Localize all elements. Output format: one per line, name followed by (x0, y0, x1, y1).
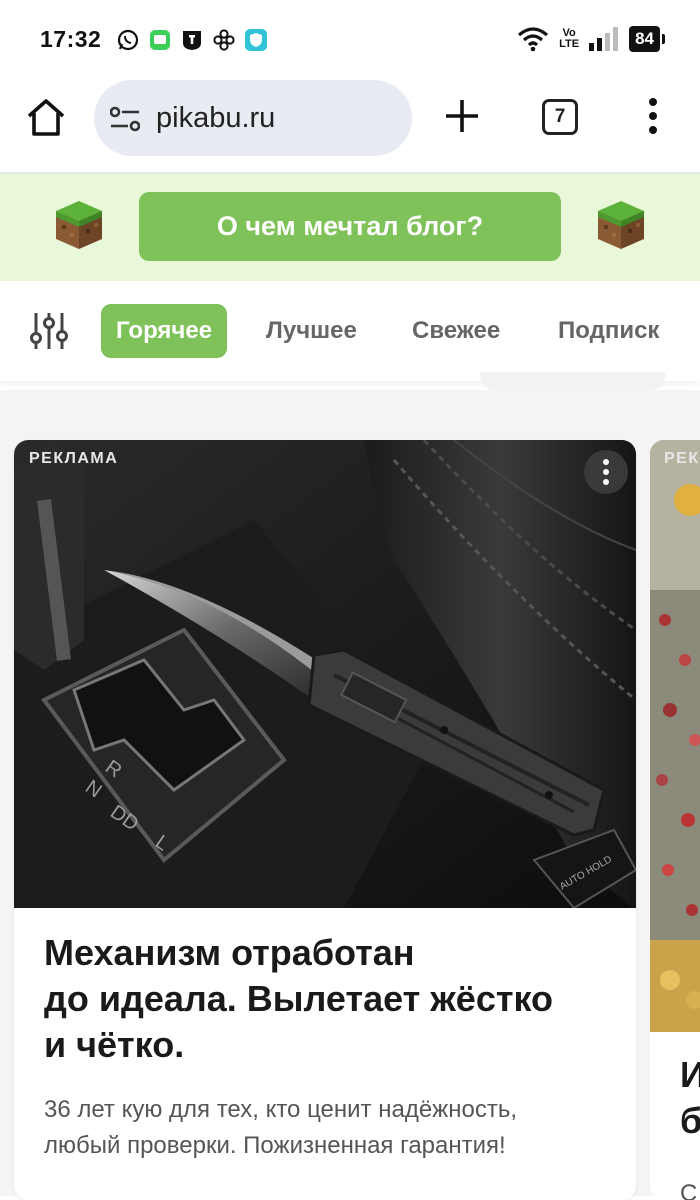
promo-banner: О чем мечтал блог? (0, 174, 700, 281)
next-ad-card[interactable]: РЕК И б С (650, 440, 700, 1200)
next-ad-image[interactable] (650, 440, 700, 1032)
grass-block-icon (598, 201, 644, 249)
next-ad-description: С (680, 1180, 698, 1200)
next-ad-label: РЕК (664, 450, 700, 467)
network-type-bottom: LTE (559, 38, 580, 50)
ad-image[interactable]: R N DD L AUTO HOLD (14, 440, 636, 908)
grass-block-icon (56, 201, 102, 249)
feed-tabs: Горячее Лучшее Свежее Подписк (0, 281, 700, 381)
shield-icon (245, 29, 267, 51)
site-settings-icon[interactable] (110, 106, 140, 132)
status-bar: 17:32 Vo LTE 84 (0, 0, 700, 78)
pinwheel-icon (213, 29, 235, 51)
tutanota-icon (183, 31, 201, 50)
system-indicators: Vo LTE 84 (517, 26, 665, 52)
whatsapp-icon (117, 29, 139, 51)
ad-label: РЕКЛАМА (29, 450, 119, 467)
more-options-icon[interactable] (584, 450, 628, 494)
tab-best[interactable]: Лучшее (266, 304, 357, 358)
next-ad-title-line: И (680, 1054, 700, 1095)
tab-switcher-button[interactable]: 7 (542, 99, 578, 135)
tab-fresh[interactable]: Свежее (412, 304, 500, 358)
ad-description: 36 лет кую для тех, кто ценит надёжность… (44, 1092, 624, 1164)
filter-sliders-icon[interactable] (30, 311, 68, 351)
ad-title[interactable]: Механизм отработан до идеала. Вылетает ж… (44, 930, 624, 1068)
ad-card[interactable]: R N DD L AUTO HOLD РЕКЛАМА Механизм отра… (14, 440, 636, 1200)
tab-subscriptions[interactable]: Подписк (558, 304, 659, 358)
wifi-icon (518, 27, 549, 52)
ad-description-line: любый проверки. Пожизненная гарантия! (44, 1132, 506, 1159)
address-bar[interactable]: pikabu.ru (94, 80, 412, 156)
hidden-pill (480, 372, 665, 390)
battery-indicator: 84 (629, 26, 665, 52)
ad-title-line: и чётко. (44, 1024, 185, 1065)
feed: R N DD L AUTO HOLD РЕКЛАМА Механизм отра… (0, 390, 700, 1200)
home-icon[interactable] (24, 96, 68, 140)
next-ad-title[interactable]: И б (680, 1052, 700, 1144)
promo-button[interactable]: О чем мечтал блог? (139, 192, 561, 261)
browser-toolbar: pikabu.ru 7 (0, 78, 700, 172)
notification-icons (116, 28, 268, 52)
messages-icon (150, 30, 170, 50)
ad-title-line: до идеала. Вылетает жёстко (44, 978, 554, 1019)
network-type: Vo LTE (559, 28, 579, 50)
ad-title-line: Механизм отработан (44, 932, 415, 973)
url-text[interactable]: pikabu.ru (156, 102, 275, 135)
next-ad-title-line: б (680, 1100, 700, 1141)
ad-description-line: 36 лет кую для тех, кто ценит надёжность… (44, 1096, 517, 1123)
new-tab-icon[interactable] (442, 96, 482, 136)
tab-hot[interactable]: Горячее (101, 304, 228, 358)
overflow-menu-icon[interactable] (641, 96, 665, 136)
clock: 17:32 (40, 26, 102, 52)
signal-icon (589, 27, 619, 51)
